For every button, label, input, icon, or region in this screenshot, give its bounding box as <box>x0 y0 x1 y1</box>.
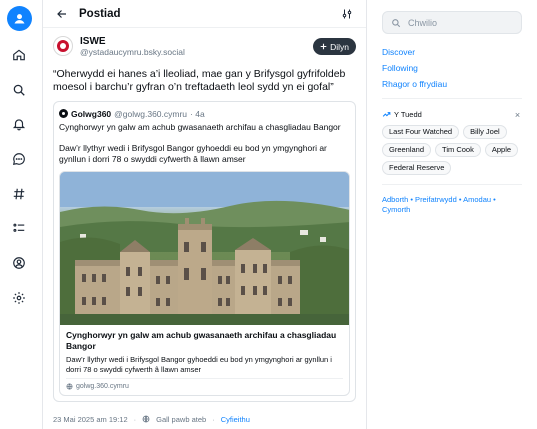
author-handle[interactable]: @ystadaucymru.bsky.social <box>80 47 313 58</box>
link-card-body: Cynghorwyr yn galw am achub gwasanaeth a… <box>60 325 349 395</box>
search-icon[interactable] <box>11 82 27 98</box>
footer-links[interactable]: Adborth • Preifatrwydd • Amodau • Cymort… <box>382 195 522 215</box>
trend-chip[interactable]: Greenland <box>382 143 432 157</box>
back-arrow-icon[interactable] <box>55 7 69 21</box>
trends-chips: Last Four Watched Billy Joel Greenland T… <box>382 125 522 175</box>
globe-icon <box>66 383 73 390</box>
post-timestamp: 23 Mai 2025 am 19:12 <box>53 414 128 424</box>
settings-icon[interactable] <box>11 290 27 306</box>
author-meta: ISWE @ystadaucymru.bsky.social <box>80 36 313 58</box>
divider <box>382 98 522 99</box>
trend-chip[interactable]: Federal Reserve <box>382 161 452 175</box>
user-avatar[interactable] <box>7 6 32 31</box>
reply-setting[interactable]: Gall pawb ateb <box>156 415 206 424</box>
trend-chip[interactable]: Billy Joel <box>463 125 507 139</box>
search-icon <box>391 17 402 28</box>
post-author-row: ISWE @ystadaucymru.bsky.social Dilyn <box>53 36 356 62</box>
trend-chip[interactable]: Tim Cook <box>435 143 481 157</box>
quoted-author-avatar <box>59 109 68 118</box>
follow-button[interactable]: Dilyn <box>313 38 356 55</box>
quoted-post-age: · 4a <box>190 108 205 119</box>
quoted-post-text: Cynghorwyr yn galw am achub gwasanaeth a… <box>59 122 350 165</box>
link-card-domain-row: golwg.360.cymru <box>66 383 343 390</box>
feed-link-discover[interactable]: Discover <box>382 44 522 60</box>
feed-link-more-feeds[interactable]: Rhagor o ffrydiau <box>382 76 522 92</box>
feeds-list: Discover Following Rhagor o ffrydiau <box>382 44 522 92</box>
trends-title: Y Tuedd <box>394 110 422 119</box>
link-card-image <box>60 172 349 325</box>
plus-icon <box>320 43 327 50</box>
post: ISWE @ystadaucymru.bsky.social Dilyn “Oh… <box>43 28 366 429</box>
list-icon[interactable] <box>11 220 27 236</box>
separator-dot: · <box>212 414 215 424</box>
trending-icon <box>382 110 391 119</box>
divider <box>382 184 522 185</box>
quoted-post[interactable]: Golwg360 @golwg.360.cymru · 4a Cynghorwy… <box>53 101 356 402</box>
sliders-icon[interactable] <box>340 7 354 21</box>
user-avatar-icon <box>14 14 25 24</box>
link-card-divider <box>66 378 343 379</box>
quoted-author-name: Golwg360 <box>71 108 112 119</box>
close-icon[interactable]: × <box>513 110 522 120</box>
trends-header: Y Tuedd × <box>382 109 522 120</box>
left-nav-rail <box>0 0 38 429</box>
search-placeholder: Chwilio <box>408 17 438 28</box>
trend-chip[interactable]: Last Four Watched <box>382 125 460 139</box>
follow-label: Dilyn <box>330 41 349 52</box>
top-bar: Postiad <box>43 0 366 28</box>
link-card-title: Cynghorwyr yn galw am achub gwasanaeth a… <box>66 330 337 351</box>
post-text: “Oherwydd ei hanes a’i lleoliad, mae gan… <box>53 68 346 93</box>
chat-icon[interactable] <box>11 151 27 167</box>
separator-dot: · <box>133 414 137 424</box>
post-thread-column: Postiad ISWE @ystadaucymru.bsky.social D… <box>42 0 367 429</box>
quoted-post-paragraph: Cynghorwyr yn galw am achub gwasanaeth a… <box>59 122 341 132</box>
feed-link-following[interactable]: Following <box>382 60 522 76</box>
quoted-post-paragraph: Daw’r llythyr wedi i Brifysgol Bangor gy… <box>59 143 327 164</box>
author-avatar[interactable] <box>53 36 73 56</box>
quoted-post-header: Golwg360 @golwg.360.cymru · 4a <box>59 108 350 119</box>
quoted-author-handle: @golwg.360.cymru <box>114 108 188 119</box>
right-sidebar: Chwilio Discover Following Rhagor o ffry… <box>382 0 522 215</box>
post-meta-row: 23 Mai 2025 am 19:12 · Gall pawb ateb · … <box>53 412 356 426</box>
search-input[interactable]: Chwilio <box>382 11 522 34</box>
bell-icon[interactable] <box>11 116 27 132</box>
home-icon[interactable] <box>11 47 27 63</box>
link-card-domain: golwg.360.cymru <box>76 383 129 390</box>
translate-link[interactable]: Cyfieithu <box>221 415 250 424</box>
author-display-name[interactable]: ISWE <box>80 36 313 47</box>
globe-icon <box>142 415 150 423</box>
hashtag-icon[interactable] <box>11 186 27 202</box>
link-card-description: Daw’r llythyr wedi i Brifysgol Bangor gy… <box>66 355 332 374</box>
link-card[interactable]: Cynghorwyr yn galw am achub gwasanaeth a… <box>59 171 350 396</box>
page-title: Postiad <box>79 7 121 20</box>
profile-icon[interactable] <box>11 255 27 271</box>
trend-chip[interactable]: Apple <box>484 143 519 157</box>
